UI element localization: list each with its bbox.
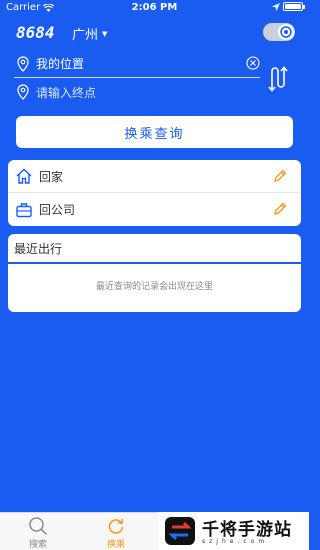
status-right — [272, 2, 305, 11]
favorite-company[interactable]: 回公司 — [8, 193, 301, 226]
favorites-card: 回家 回公司 — [8, 160, 301, 226]
transfer-search-button[interactable]: 换乘查询 — [16, 116, 293, 148]
route-inputs: 我的位置 请输入终点 — [14, 50, 260, 108]
app-logo: 8684 — [16, 23, 55, 42]
briefcase-icon — [16, 202, 32, 217]
watermark-logo-icon — [165, 517, 195, 545]
end-field[interactable]: 请输入终点 — [14, 78, 260, 106]
battery-icon — [283, 2, 305, 11]
start-field[interactable]: 我的位置 — [14, 50, 260, 78]
watermark-title: 千将手游站 — [202, 520, 292, 540]
status-bar: Carrier 2:06 PM — [0, 0, 309, 16]
swap-icon[interactable] — [266, 66, 288, 92]
pencil-icon[interactable] — [273, 202, 287, 216]
refresh-icon — [108, 518, 124, 534]
recent-empty-text: 最近查询的记录会出现在这里 — [95, 282, 213, 292]
pencil-icon[interactable] — [273, 169, 287, 183]
search-icon — [29, 517, 48, 536]
tab-label: 搜索 — [28, 540, 47, 550]
recent-title: 最近出行 — [8, 234, 301, 264]
header: 8684 广州 ▼ — [0, 20, 309, 46]
mode-toggle[interactable] — [263, 23, 295, 41]
watermark: 千将手游站 szjhe.com — [158, 512, 309, 550]
favorite-home[interactable]: 回家 — [8, 160, 301, 193]
favorite-label: 回公司 — [39, 203, 76, 217]
caret-down-icon: ▼ — [102, 29, 108, 38]
start-value: 我的位置 — [36, 57, 85, 71]
recent-trips-card: 最近出行 最近查询的记录会出现在这里 — [8, 234, 301, 312]
watermark-domain: szjhe.com — [202, 538, 269, 545]
eye-icon — [278, 24, 294, 40]
location-pin-icon — [14, 55, 32, 72]
city-label: 广州 — [72, 28, 99, 43]
tab-transfer[interactable]: 换乘 — [96, 515, 136, 550]
clear-icon[interactable] — [246, 56, 260, 70]
location-arrow-icon — [272, 2, 280, 11]
location-pin-icon — [14, 84, 32, 100]
tab-search[interactable]: 搜索 — [18, 515, 58, 550]
home-icon — [16, 168, 32, 184]
status-time: 2:06 PM — [131, 2, 178, 13]
end-placeholder: 请输入终点 — [36, 85, 97, 100]
favorite-label: 回家 — [39, 169, 64, 184]
tab-label: 换乘 — [106, 540, 125, 550]
city-selector[interactable]: 广州 ▼ — [72, 24, 107, 43]
